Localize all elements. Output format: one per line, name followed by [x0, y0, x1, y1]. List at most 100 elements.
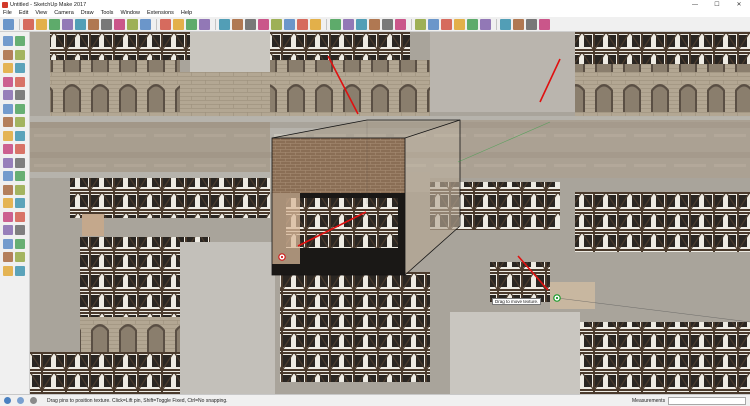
offset-icon[interactable]: [15, 144, 25, 154]
menu-draw[interactable]: Draw: [81, 10, 94, 16]
zoom-icon[interactable]: [3, 211, 13, 222]
maximize-button[interactable]: ☐: [706, 0, 728, 9]
dimension-icon[interactable]: [15, 157, 25, 168]
tape-icon[interactable]: [114, 18, 125, 30]
warehouse-icon[interactable]: [219, 18, 230, 30]
section-plane-icon[interactable]: [15, 252, 25, 262]
components-icon[interactable]: [232, 18, 243, 30]
text-icon[interactable]: [15, 171, 25, 181]
rectangle-icon[interactable]: [62, 18, 73, 30]
wall-band: [460, 120, 750, 178]
select-icon[interactable]: [3, 18, 14, 30]
axes-icon[interactable]: [3, 184, 13, 195]
tooltip: Drag to move texture.: [492, 298, 542, 305]
paint-bucket-icon[interactable]: [3, 49, 13, 60]
circle-icon[interactable]: [3, 90, 13, 100]
rotate-icon[interactable]: [3, 130, 13, 141]
scale-icon[interactable]: [3, 144, 13, 154]
monochrome-icon[interactable]: [480, 18, 491, 30]
3d-text-icon[interactable]: [15, 184, 25, 195]
measurements-label: Measurements: [632, 397, 666, 404]
zoom-extents-icon[interactable]: [3, 225, 13, 235]
walk-icon[interactable]: [3, 252, 13, 262]
orbit-icon[interactable]: [160, 18, 171, 30]
front-view-icon[interactable]: [356, 18, 367, 30]
zoom-icon[interactable]: [186, 18, 197, 30]
eraser-icon[interactable]: [23, 18, 34, 30]
position-camera-icon[interactable]: [3, 238, 13, 249]
position-tile: [82, 214, 104, 236]
pan-icon[interactable]: [15, 198, 25, 208]
text-icon[interactable]: [127, 18, 138, 30]
rotate-icon[interactable]: [101, 18, 112, 30]
layers-icon[interactable]: [258, 18, 269, 30]
user-icon[interactable]: [30, 397, 37, 404]
scenes-icon[interactable]: [271, 18, 282, 30]
push-pull-icon[interactable]: [75, 18, 86, 30]
move-icon[interactable]: [3, 117, 13, 127]
menu-edit[interactable]: Edit: [19, 10, 28, 16]
protractor-icon[interactable]: [3, 171, 13, 181]
arc-icon[interactable]: [3, 103, 13, 114]
shadows-icon[interactable]: [284, 18, 295, 30]
section-icon[interactable]: [310, 18, 321, 30]
iso-view-icon[interactable]: [330, 18, 341, 30]
close-button[interactable]: ✕: [728, 0, 750, 9]
look-around-icon[interactable]: [15, 238, 25, 249]
paint-icon[interactable]: [140, 18, 151, 30]
arc-icon[interactable]: [49, 18, 60, 30]
zoom-window-icon[interactable]: [15, 211, 25, 222]
textured-icon[interactable]: [467, 18, 478, 30]
line-icon[interactable]: [3, 63, 13, 73]
rotated-rect-icon[interactable]: [15, 76, 25, 87]
shaded-icon[interactable]: [454, 18, 465, 30]
drawing-viewport[interactable]: [30, 32, 750, 394]
tape-measure-icon[interactable]: [3, 157, 13, 168]
previous-view-icon[interactable]: [15, 225, 25, 235]
send-to-layout-icon[interactable]: [513, 18, 524, 30]
polygon-icon[interactable]: [15, 90, 25, 100]
glasses-icon[interactable]: [15, 265, 25, 276]
freehand-icon[interactable]: [15, 63, 25, 73]
component-icon[interactable]: [15, 36, 25, 46]
texture-tile: [450, 312, 580, 394]
credits-icon[interactable]: [17, 397, 24, 404]
zoom-extents-icon[interactable]: [199, 18, 210, 30]
menu-file[interactable]: File: [3, 10, 12, 16]
rectangle-icon[interactable]: [3, 76, 13, 87]
footprint-icon[interactable]: [3, 265, 13, 276]
menu-camera[interactable]: Camera: [54, 10, 74, 16]
extension-warehouse-icon[interactable]: [500, 18, 511, 30]
top-view-icon[interactable]: [343, 18, 354, 30]
geo-location-icon[interactable]: [4, 397, 11, 404]
menu-tools[interactable]: Tools: [101, 10, 114, 16]
ruby-console-icon[interactable]: [526, 18, 537, 30]
minimize-button[interactable]: —: [684, 0, 706, 9]
select-icon[interactable]: [3, 36, 13, 46]
texture-tile: [575, 192, 750, 252]
measurements-input[interactable]: [668, 397, 746, 405]
orbit-icon[interactable]: [3, 198, 13, 208]
menu-help[interactable]: Help: [181, 10, 192, 16]
push-pull-icon[interactable]: [15, 117, 25, 127]
move-icon[interactable]: [88, 18, 99, 30]
menu-window[interactable]: Window: [120, 10, 140, 16]
export-icon[interactable]: [539, 18, 550, 30]
menu-view[interactable]: View: [35, 10, 47, 16]
menu-extensions[interactable]: Extensions: [147, 10, 174, 16]
right-view-icon[interactable]: [369, 18, 380, 30]
toolbar-separator: [496, 18, 497, 30]
back-view-icon[interactable]: [382, 18, 393, 30]
pie-icon[interactable]: [15, 103, 25, 114]
pan-icon[interactable]: [173, 18, 184, 30]
hidden-line-icon[interactable]: [441, 18, 452, 30]
pencil-icon[interactable]: [36, 18, 47, 30]
wireframe-icon[interactable]: [428, 18, 439, 30]
xray-icon[interactable]: [415, 18, 426, 30]
eraser-icon[interactable]: [15, 49, 25, 60]
follow-me-icon[interactable]: [15, 130, 25, 141]
fog-icon[interactable]: [297, 18, 308, 30]
styles-icon[interactable]: [245, 18, 256, 30]
left-view-icon[interactable]: [395, 18, 406, 30]
scene[interactable]: [30, 32, 750, 394]
